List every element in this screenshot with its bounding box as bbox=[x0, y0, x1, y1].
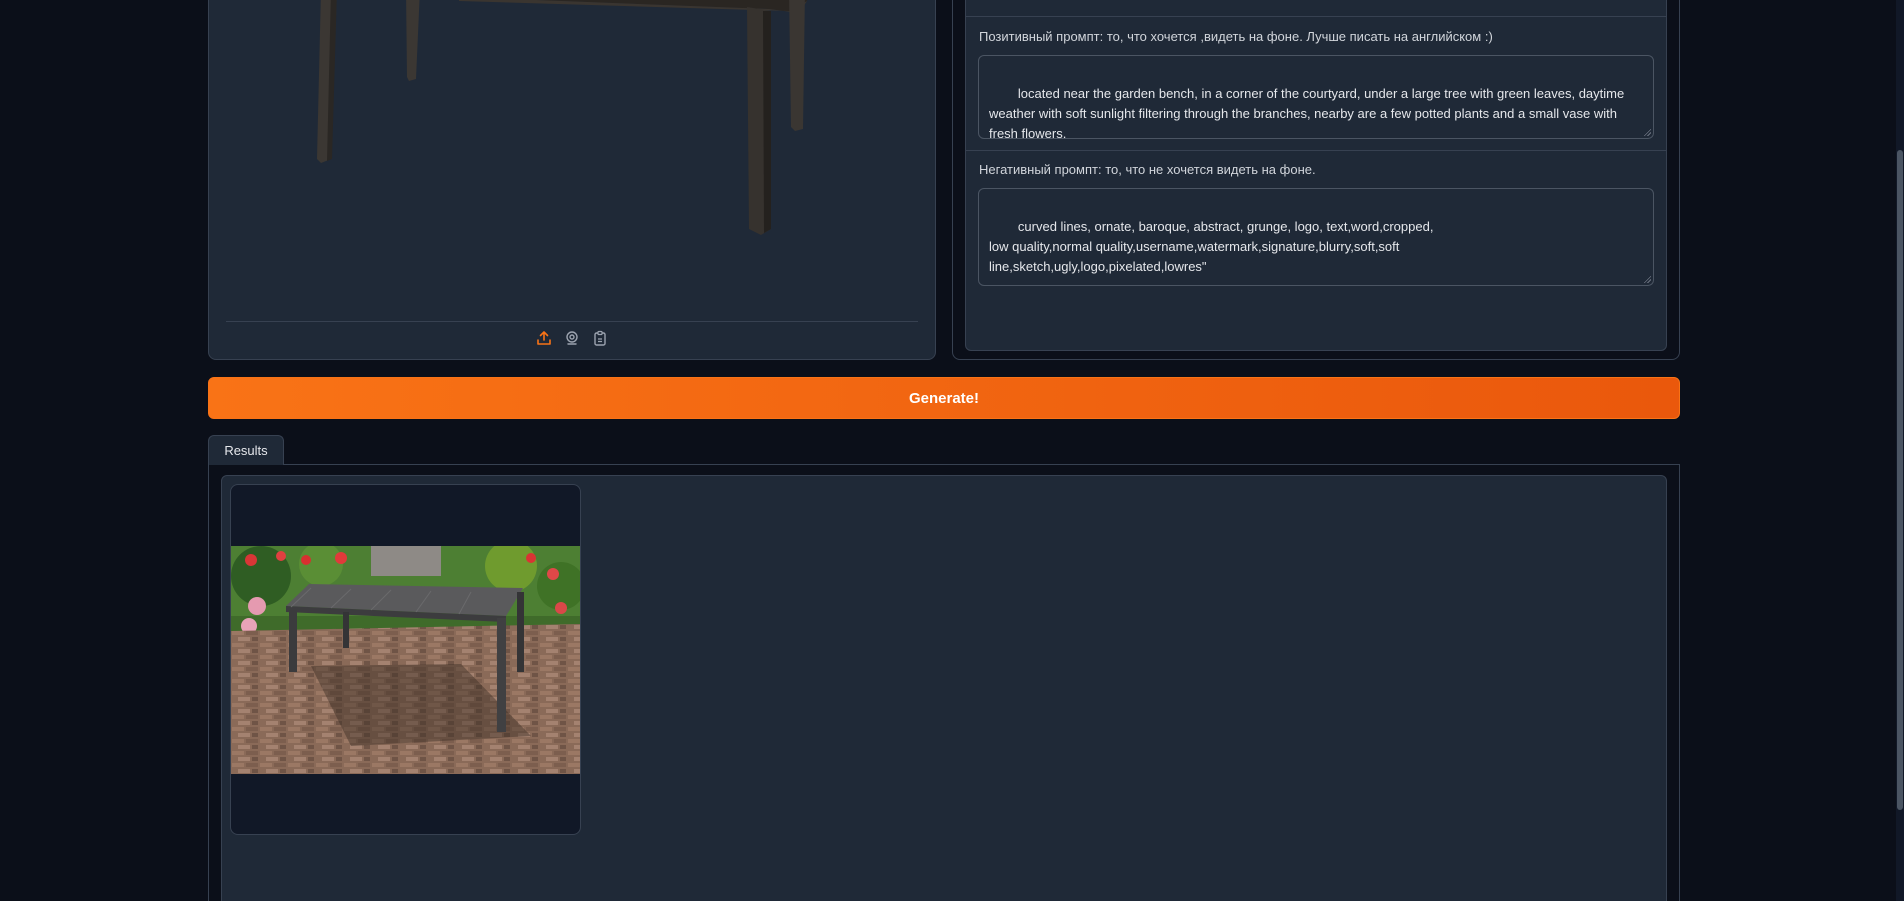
generate-button[interactable]: Generate! bbox=[208, 377, 1680, 419]
result-thumbnail[interactable] bbox=[230, 484, 581, 835]
prompts-panel: Позитивный промпт: то, что хочется ,виде… bbox=[952, 0, 1680, 360]
image-toolbar-divider bbox=[226, 321, 918, 322]
generated-table-image bbox=[231, 546, 580, 774]
clipboard-icon[interactable] bbox=[591, 329, 609, 347]
resize-handle[interactable] bbox=[1643, 275, 1651, 283]
negative-prompt-textarea[interactable]: curved lines, ornate, baroque, abstract,… bbox=[978, 188, 1654, 286]
image-input-panel[interactable] bbox=[208, 0, 936, 360]
positive-prompt-text: located near the garden bench, in a corn… bbox=[989, 86, 1628, 139]
scrollbar-thumb[interactable] bbox=[1897, 150, 1903, 810]
image-source-toolbar bbox=[209, 329, 935, 347]
positive-prompt-textarea[interactable]: located near the garden bench, in a corn… bbox=[978, 55, 1654, 139]
negative-prompt-text: curved lines, ornate, baroque, abstract,… bbox=[989, 219, 1434, 274]
webcam-icon[interactable] bbox=[563, 329, 581, 347]
resize-handle[interactable] bbox=[1643, 128, 1651, 136]
page: Позитивный промпт: то, что хочется ,виде… bbox=[0, 0, 1904, 901]
upload-icon[interactable] bbox=[535, 329, 553, 347]
positive-prompt-label: Позитивный промпт: то, что хочется ,виде… bbox=[979, 29, 1493, 44]
page-scrollbar[interactable] bbox=[1896, 0, 1904, 901]
negative-prompt-label: Негативный промпт: то, что не хочется ви… bbox=[979, 162, 1316, 177]
separator bbox=[966, 16, 1666, 17]
separator bbox=[966, 150, 1666, 151]
prompts-form: Позитивный промпт: то, что хочется ,виде… bbox=[965, 0, 1667, 351]
uploaded-chair-image bbox=[317, 0, 808, 235]
tab-results[interactable]: Results bbox=[208, 435, 284, 465]
